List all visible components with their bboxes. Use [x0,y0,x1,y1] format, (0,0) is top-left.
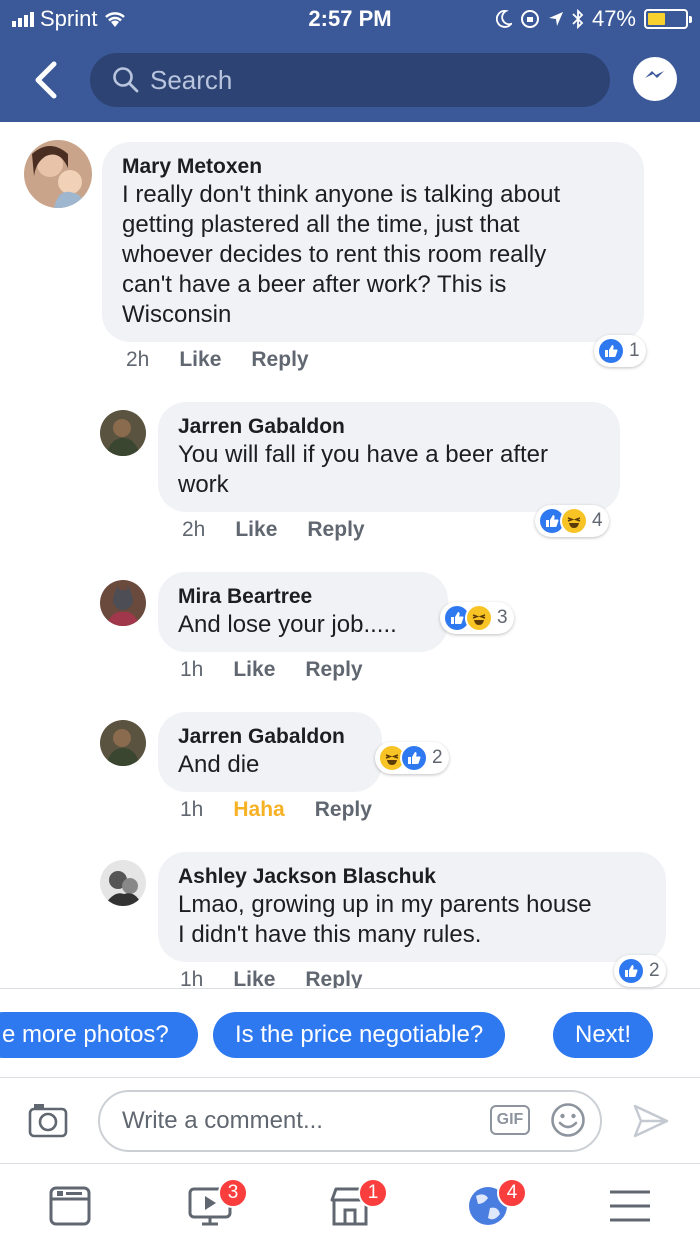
divider [0,988,700,989]
like-button[interactable]: Like [233,658,275,682]
reaction-count: 3 [497,607,508,628]
status-bar: Sprint 2:57 PM 47% [0,0,700,40]
reaction-summary[interactable]: 4 [535,505,609,537]
avatar[interactable] [100,580,146,626]
comment-text: Lmao, growing up in my parents house [178,891,592,918]
comment-time: 1h [180,968,204,988]
comment-bubble[interactable]: Mary Metoxen I really don't think anyone… [102,142,644,342]
notification-badge: 1 [358,1178,388,1208]
comment-text: And lose your job..... [178,611,397,638]
comment-actions: 2h Like Reply [182,518,365,542]
quick-reply-chip[interactable]: Is the price negotiable? [213,1012,506,1058]
clipped-row: 1h Like Reply [0,966,700,988]
comment-time: 2h [126,348,150,371]
rotation-lock-icon [520,10,539,28]
comment-input-placeholder: Write a comment... [122,1107,323,1134]
back-button[interactable] [28,58,64,102]
send-button[interactable] [632,1103,670,1139]
chevron-left-icon [35,61,57,99]
gif-button[interactable]: GIF [490,1105,530,1135]
quick-reply-chip[interactable]: Next! [553,1012,654,1058]
comment-bubble[interactable]: Ashley Jackson Blaschuk Lmao, growing up… [158,852,666,962]
divider [0,1077,700,1078]
like-button[interactable]: Like [235,518,277,542]
top-header: Sprint 2:57 PM 47% Search [0,0,700,122]
messenger-button[interactable] [633,57,677,101]
camera-button[interactable] [28,1102,68,1138]
comment-bubble[interactable]: Mira Beartree And lose your job..... [158,572,448,652]
avatar[interactable] [24,140,92,208]
sticker-button[interactable] [550,1102,586,1138]
search-icon [113,67,139,93]
send-icon [633,1104,669,1138]
news-feed-icon [49,1186,91,1226]
avatar[interactable] [100,720,146,766]
location-icon [548,12,563,26]
haha-reaction-icon [465,604,493,632]
commenter-name[interactable]: Jarren Gabaldon [178,724,362,750]
reply-button[interactable]: Reply [251,348,308,372]
reaction-count: 4 [592,510,603,531]
reply-button[interactable]: Reply [315,798,372,822]
quick-reply-chip[interactable]: e more photos? [0,1012,198,1058]
like-button[interactable]: Like [179,348,221,372]
messenger-icon [645,71,664,78]
search-placeholder: Search [150,64,233,95]
commenter-name[interactable]: Jarren Gabaldon [178,414,600,440]
haha-reaction-button[interactable]: Haha [233,798,284,822]
comment-text: Wisconsin [122,301,232,328]
avatar[interactable] [100,410,146,456]
tab-news-feed[interactable] [48,1184,92,1228]
comment-text: getting plastered all the time, just tha… [122,211,520,238]
comment-time: 1h [180,658,204,681]
reaction-count: 1 [629,340,640,361]
battery-icon [644,9,692,29]
comment-text: And die [178,751,260,778]
comment-actions: 1h Like Reply [180,658,363,682]
smiley-icon [551,1103,585,1137]
reaction-summary[interactable]: 3 [440,602,514,634]
menu-icon [610,1190,650,1222]
reply-button[interactable]: Reply [305,968,362,988]
comment-text: whoever decides to rent this room really [122,241,547,268]
notification-badge: 4 [497,1178,527,1208]
commenter-name[interactable]: Mira Beartree [178,584,428,610]
camera-icon [28,1104,68,1138]
notification-badge: 3 [218,1178,248,1208]
divider [0,1163,700,1164]
reaction-count: 2 [432,747,443,768]
commenter-name[interactable]: Mary Metoxen [122,154,624,180]
comment-time: 1h [180,798,204,821]
comment-text: You will fall if you have a beer after [178,441,548,468]
comment-text: can't have a beer after work? This is [122,271,507,298]
bluetooth-icon [572,9,584,29]
comment-text: work [178,471,229,498]
tab-menu[interactable] [608,1184,652,1228]
moon-icon [495,10,512,28]
reply-button[interactable]: Reply [307,518,364,542]
comment-actions: 1h Like Reply [180,968,363,988]
comment-time: 2h [182,518,206,541]
comment-text: I didn't have this many rules. [178,921,482,948]
commenter-name[interactable]: Ashley Jackson Blaschuk [178,864,646,890]
reaction-summary[interactable]: 1 [594,335,646,367]
like-button[interactable]: Like [233,968,275,988]
reaction-summary[interactable]: 2 [375,742,449,774]
avatar[interactable] [100,860,146,906]
reply-button[interactable]: Reply [305,658,362,682]
comment-text: I really don't think anyone is talking a… [122,181,561,208]
search-bar[interactable]: Search [90,53,610,107]
like-reaction-icon [400,744,428,772]
comment-bubble[interactable]: Jarren Gabaldon And die [158,712,382,792]
like-reaction-icon [597,337,625,365]
comment-bubble[interactable]: Jarren Gabaldon You will fall if you hav… [158,402,620,512]
comment-actions: 2h Like Reply [126,348,309,372]
comment-actions: 1h Haha Reply [180,798,372,822]
battery-percent: 47% [591,6,636,31]
haha-reaction-icon [560,507,588,535]
